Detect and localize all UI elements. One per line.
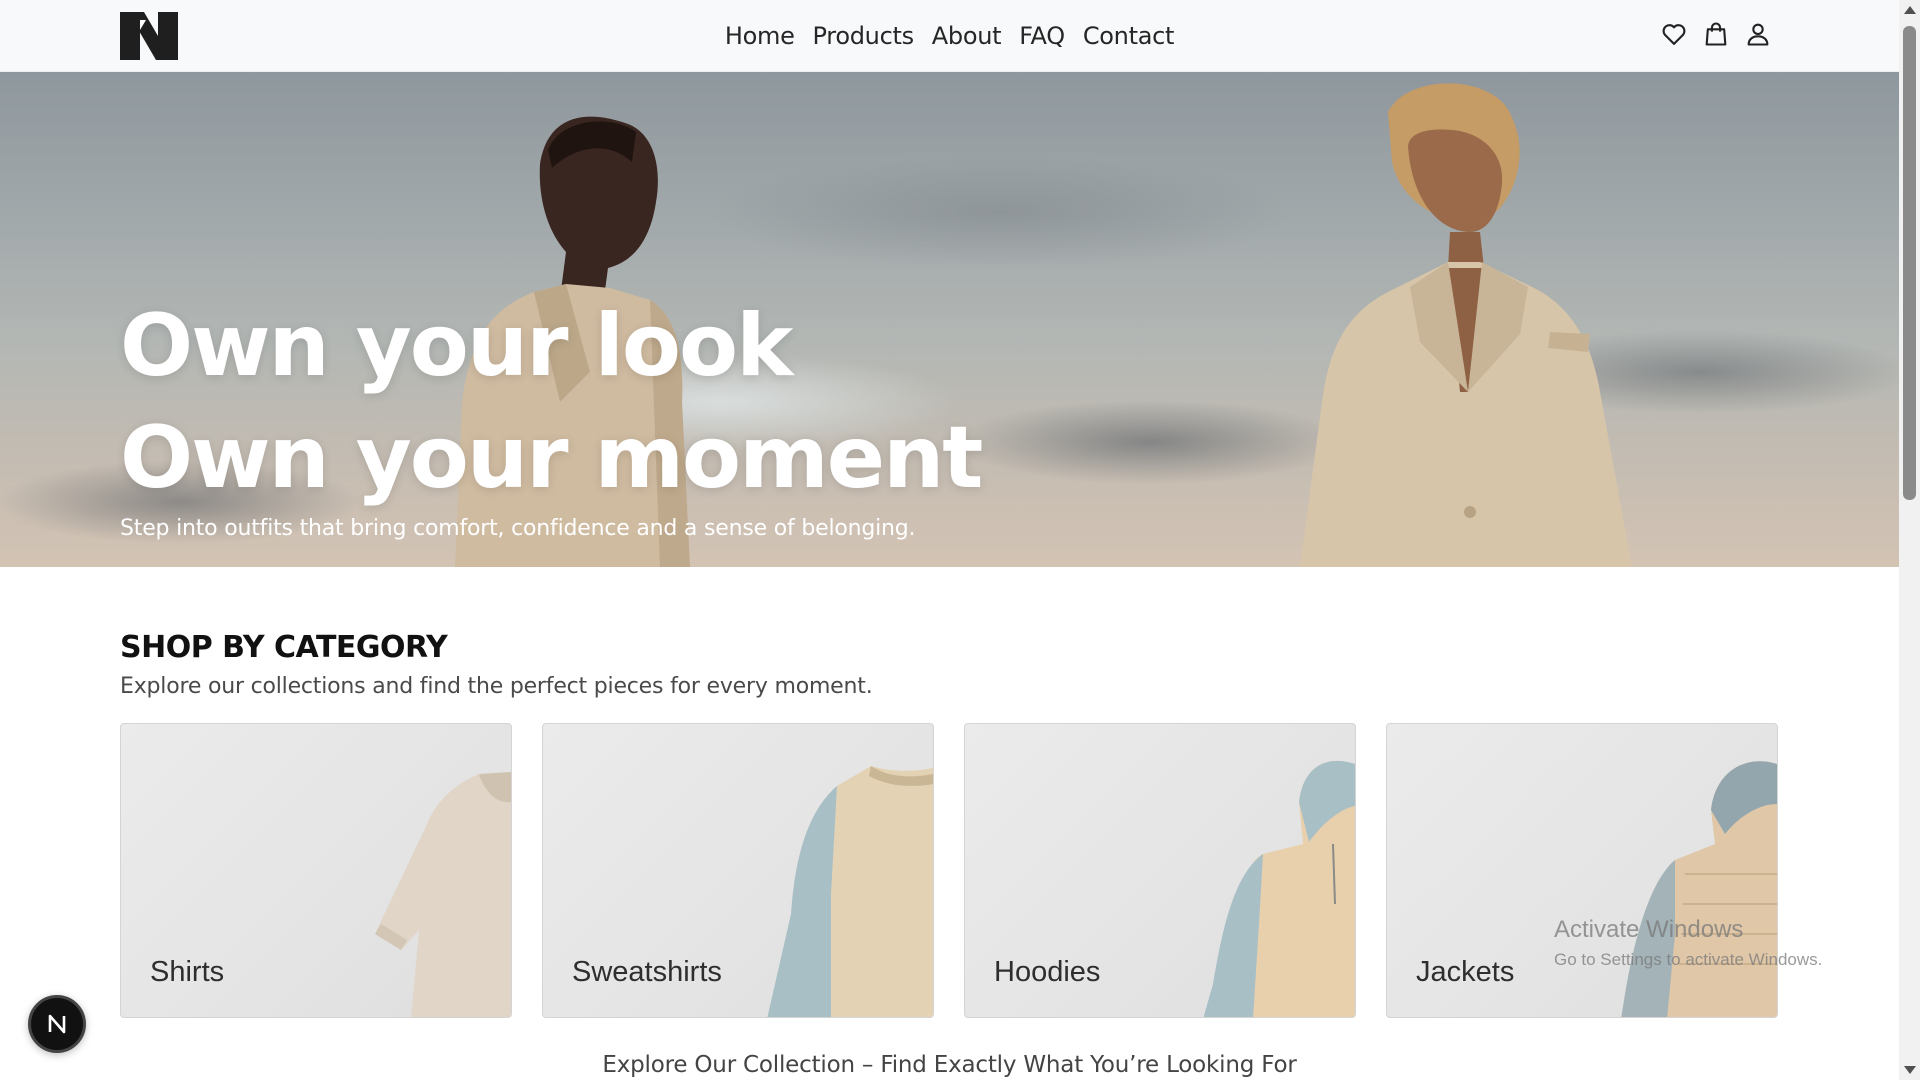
category-label-hoodies: Hoodies [994,956,1101,988]
hero-copy: Own your look Own your moment Step into … [120,290,983,541]
category-card-hoodies[interactable]: Hoodies [964,723,1356,1018]
header-actions [1660,20,1772,48]
activate-windows-watermark: Activate Windows Go to Settings to activ… [1554,916,1822,970]
page: Home Products About FAQ Contact Own your… [0,0,1920,1080]
nav-products[interactable]: Products [813,22,915,50]
category-section-subtitle: Explore our collections and find the per… [120,674,873,699]
page-scrollbar[interactable] [1899,0,1920,1080]
scroll-up-arrow-icon[interactable] [1904,6,1916,14]
nav-about[interactable]: About [932,22,1002,50]
category-label-sweatshirts: Sweatshirts [572,956,722,988]
hero-heading-line-2: Own your moment [120,408,983,508]
category-card-jackets[interactable]: Jackets [1386,723,1778,1018]
floating-dev-button[interactable] [28,995,86,1053]
nav-faq[interactable]: FAQ [1019,22,1065,50]
category-label-jackets: Jackets [1416,956,1515,988]
hero-heading-line-1: Own your look [120,296,793,396]
site-header: Home Products About FAQ Contact [0,0,1899,72]
hero-subtitle: Step into outfits that bring comfort, co… [120,516,916,541]
watermark-subtitle: Go to Settings to activate Windows. [1554,950,1823,969]
nav-contact[interactable]: Contact [1083,22,1175,50]
category-label-shirts: Shirts [150,956,225,988]
brand-logo[interactable] [120,12,178,60]
nav-home[interactable]: Home [725,22,795,50]
category-grid: Shirts Sweatshirts Hoodies Jackets [120,723,1778,1018]
scrollbar-thumb[interactable] [1903,26,1916,500]
category-card-sweatshirts[interactable]: Sweatshirts [542,723,934,1018]
scroll-down-arrow-icon[interactable] [1904,1066,1916,1074]
hero-banner: Own your look Own your moment Step into … [0,72,1899,567]
user-icon[interactable] [1744,20,1772,48]
hero-model-woman [1300,83,1632,567]
shopping-bag-icon[interactable] [1702,20,1730,48]
explore-collection-heading: Explore Our Collection – Find Exactly Wh… [602,1052,1297,1078]
category-section-title: SHOP BY CATEGORY [120,630,448,665]
n-logo-icon [48,1014,66,1034]
heart-icon[interactable] [1660,20,1688,48]
main-nav: Home Products About FAQ Contact [0,0,1899,72]
watermark-title: Activate Windows [1554,916,1744,943]
category-card-shirts[interactable]: Shirts [120,723,512,1018]
